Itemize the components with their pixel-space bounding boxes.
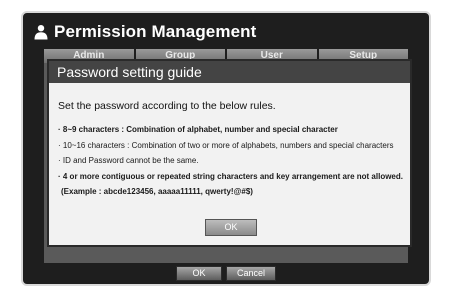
rule-item: · ID and Password cannot be the same.: [58, 156, 199, 165]
dialog-body: Set the password according to the below …: [49, 83, 410, 245]
user-icon: [34, 25, 48, 40]
ok-button[interactable]: OK: [176, 266, 222, 281]
rule-item: · 4 or more contiguous or repeated strin…: [58, 171, 403, 181]
rule-item: · 10~16 characters : Combination of two …: [58, 140, 394, 150]
window-title-bar: Permission Management: [34, 21, 256, 43]
window-title: Permission Management: [54, 22, 257, 41]
cancel-button[interactable]: Cancel: [226, 266, 276, 281]
window-button-row: OK Cancel: [23, 266, 429, 281]
rule-example: (Example : abcde123456, aaaaa11111, qwer…: [61, 187, 253, 196]
rule-item: · 8~9 characters : Combination of alphab…: [58, 125, 338, 134]
password-guide-dialog: Password setting guide Set the password …: [47, 59, 412, 247]
dialog-ok-button[interactable]: OK: [205, 219, 257, 236]
dialog-title: Password setting guide: [49, 61, 410, 83]
dialog-intro-text: Set the password according to the below …: [58, 100, 276, 112]
password-rules-list: · 8~9 characters : Combination of alphab…: [58, 122, 406, 200]
